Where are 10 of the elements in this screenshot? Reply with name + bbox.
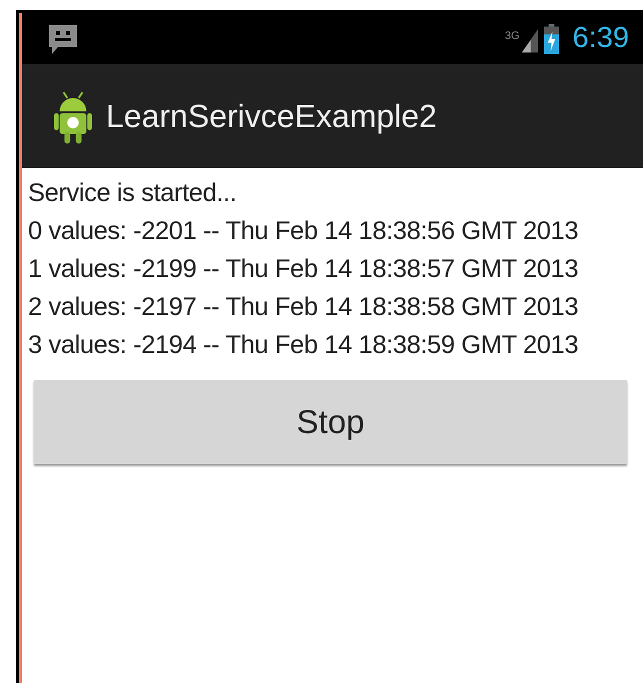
clock-time: 6:39: [572, 22, 629, 55]
log-line: 2 values: -2197 -- Thu Feb 14 18:38:58 GMT 2013: [28, 292, 580, 323]
log-line: 1 values: -2199 -- Thu Feb 14 18:38:57 GMT 2013: [28, 254, 580, 285]
stop-button[interactable]: Stop: [34, 380, 627, 464]
network-label: 3G: [504, 30, 520, 42]
log-line: Service is started...: [28, 178, 238, 209]
battery-icon: [544, 22, 559, 54]
app-title: LearnSerivceExample2: [106, 98, 437, 134]
log-line: 0 values: -2201 -- Thu Feb 14 18:38:56 GMT 2013: [28, 216, 580, 247]
log-line: 3 values: -2194 -- Thu Feb 14 18:38:59 GMT 2013: [28, 330, 580, 361]
